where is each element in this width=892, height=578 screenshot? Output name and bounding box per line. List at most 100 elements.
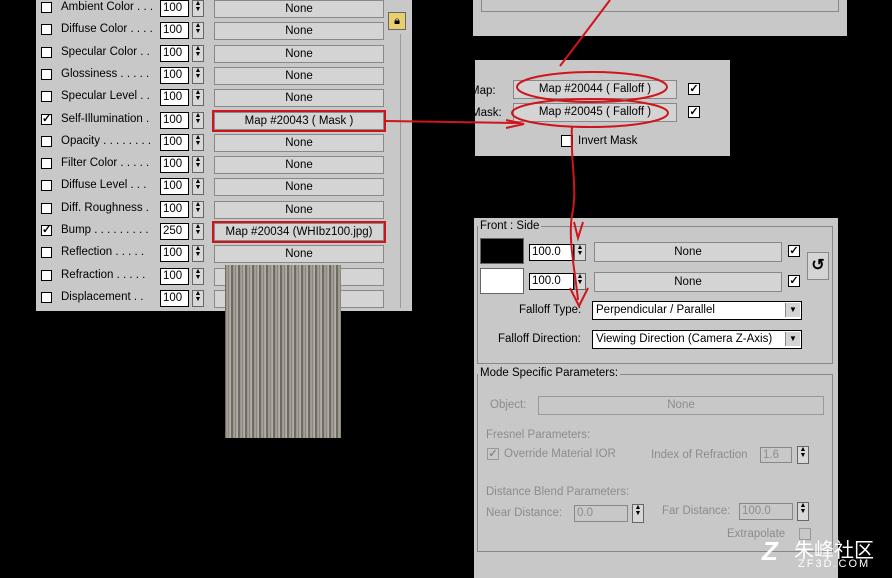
- mask-enable-checkbox[interactable]: ✓: [688, 106, 700, 118]
- falloff-direction-select[interactable]: Viewing Direction (Camera Z-Axis) ▼: [592, 330, 802, 349]
- side-map-button[interactable]: None: [594, 272, 782, 292]
- map-enable-checkbox[interactable]: [41, 247, 52, 259]
- scroll-track[interactable]: [400, 34, 410, 308]
- map-slot-button[interactable]: None: [214, 44, 384, 63]
- map-enable-checkbox[interactable]: [41, 46, 52, 58]
- amount-spinner[interactable]: ▲ ▼: [192, 89, 204, 107]
- map-button[interactable]: Map #20044 ( Falloff ): [513, 80, 677, 99]
- map-slot-button[interactable]: None: [214, 200, 384, 219]
- map-enable-checkbox[interactable]: [41, 24, 52, 36]
- amount-spinner[interactable]: ▲ ▼: [192, 223, 204, 240]
- mask-label: Mask:: [471, 107, 502, 119]
- far-distance-spinner[interactable]: ▲ ▼: [797, 502, 809, 521]
- map-enable-checkbox[interactable]: [41, 291, 52, 303]
- amount-field[interactable]: 250: [160, 223, 189, 240]
- side-color-swatch[interactable]: [480, 268, 524, 294]
- map-slot-button[interactable]: None: [214, 22, 384, 41]
- front-color-swatch[interactable]: [480, 238, 524, 264]
- map-slot-button[interactable]: None: [214, 0, 384, 18]
- map-enable-checkbox[interactable]: [41, 158, 52, 170]
- front-map-button[interactable]: None: [594, 242, 782, 262]
- amount-field[interactable]: 100: [160, 245, 189, 263]
- map-slot-button[interactable]: None: [214, 156, 384, 175]
- map-enable-checkbox[interactable]: [41, 91, 52, 103]
- map-enable-checkbox[interactable]: [41, 135, 52, 147]
- amount-field[interactable]: 100: [160, 66, 189, 84]
- map-row-diffuse-level: Diffuse Level . . . 100 ▲ ▼ None: [36, 176, 406, 197]
- amount-field[interactable]: 100: [160, 289, 189, 307]
- falloff-type-label: Falloff Type:: [519, 304, 582, 316]
- amount-spinner[interactable]: ▲ ▼: [192, 289, 204, 307]
- map-enable-checkbox[interactable]: [41, 202, 52, 214]
- map-slot-button[interactable]: None: [214, 89, 384, 108]
- near-distance-spinner[interactable]: ▲ ▼: [632, 504, 644, 523]
- map-row-reflection: Reflection . . . . . 100 ▲ ▼ None: [36, 243, 406, 264]
- ior-field[interactable]: 1.6: [760, 447, 792, 463]
- front-amount-field[interactable]: 100.0: [529, 244, 574, 261]
- map-slot-button[interactable]: None: [214, 178, 384, 197]
- map-label: Opacity . . . . . . . .: [61, 134, 152, 147]
- fresnel-title: Fresnel Parameters:: [486, 429, 591, 441]
- amount-field[interactable]: 100: [160, 133, 189, 151]
- map-label: Map:: [470, 85, 496, 97]
- invert-mask-checkbox[interactable]: [561, 135, 573, 147]
- side-amount-spinner[interactable]: ▲ ▼: [574, 273, 586, 290]
- amount-spinner[interactable]: ▲ ▼: [192, 22, 204, 40]
- near-distance-label: Near Distance:: [486, 507, 563, 519]
- side-map-checkbox[interactable]: ✓: [788, 275, 800, 287]
- map-enable-checkbox[interactable]: [41, 269, 52, 281]
- map-slot-button[interactable]: None: [214, 245, 384, 264]
- map-row-refraction: Refraction . . . . .100▲▼None: [36, 266, 406, 286]
- lock-icon[interactable]: 🔒︎: [388, 12, 406, 30]
- override-ior-checkbox[interactable]: ✓: [487, 448, 499, 460]
- map-slot-button[interactable]: Map #20043 ( Mask ): [212, 109, 386, 132]
- near-distance-field[interactable]: 0.0: [574, 505, 628, 522]
- amount-field[interactable]: 100: [160, 156, 189, 174]
- far-distance-field[interactable]: 100.0: [739, 503, 793, 520]
- map-enable-checkbox[interactable]: ✓: [688, 83, 700, 95]
- falloff-type-select[interactable]: Perpendicular / Parallel ▼: [592, 301, 802, 320]
- amount-spinner[interactable]: ▲ ▼: [192, 156, 204, 174]
- amount-spinner[interactable]: ▲ ▼: [192, 44, 204, 62]
- amount-spinner[interactable]: ▲ ▼: [192, 200, 204, 218]
- amount-spinner[interactable]: ▲ ▼: [192, 0, 204, 17]
- map-enable-checkbox[interactable]: [41, 180, 52, 192]
- amount-spinner[interactable]: ▲ ▼: [192, 111, 204, 129]
- map-slot-button[interactable]: None: [214, 133, 384, 152]
- object-pick-button[interactable]: None: [538, 396, 824, 415]
- side-amount-field[interactable]: 100.0: [529, 273, 574, 290]
- amount-spinner[interactable]: ▲ ▼: [192, 245, 204, 263]
- amount-spinner[interactable]: ▲ ▼: [192, 66, 204, 84]
- map-row-diffuse-color: Diffuse Color . . . . 100 ▲ ▼ None: [36, 20, 406, 41]
- ior-spinner[interactable]: ▲ ▼: [797, 446, 809, 464]
- amount-field[interactable]: 100: [160, 89, 189, 107]
- map-enable-checkbox[interactable]: [41, 68, 52, 80]
- map-enable-checkbox[interactable]: ✓: [41, 225, 52, 236]
- map-row-diff-roughness: Diff. Roughness . 100 ▲ ▼ None: [36, 199, 406, 219]
- object-label: Object:: [490, 399, 527, 411]
- front-map-checkbox[interactable]: ✓: [788, 245, 800, 257]
- amount-spinner[interactable]: ▲ ▼: [192, 178, 204, 196]
- map-label: Bump . . . . . . . . .: [61, 224, 149, 236]
- swap-colors-icon[interactable]: ↺: [807, 252, 829, 280]
- amount-field[interactable]: 100: [160, 267, 189, 285]
- amount-field[interactable]: 100: [160, 178, 189, 196]
- map-label: Reflection . . . . .: [61, 246, 145, 259]
- amount-field[interactable]: 100: [160, 111, 189, 129]
- front-amount-spinner[interactable]: ▲ ▼: [574, 244, 586, 261]
- amount-field[interactable]: 100: [160, 44, 189, 62]
- map-slot-button[interactable]: None: [214, 66, 384, 85]
- map-label: Displacement . .: [61, 290, 144, 303]
- amount-spinner[interactable]: ▲ ▼: [192, 267, 204, 285]
- far-distance-label: Far Distance:: [662, 505, 731, 517]
- amount-field[interactable]: 100: [160, 0, 189, 17]
- amount-field[interactable]: 100: [160, 200, 189, 218]
- mask-button[interactable]: Map #20045 ( Falloff ): [513, 103, 677, 122]
- map-slot-button[interactable]: Map #20034 (WHIbz100.jpg): [212, 221, 386, 243]
- top-panel-fragment: [473, 0, 847, 36]
- amount-field[interactable]: 100: [160, 22, 189, 40]
- amount-spinner[interactable]: ▲ ▼: [192, 133, 204, 151]
- map-enable-checkbox[interactable]: [41, 2, 52, 13]
- map-label: Diffuse Color . . . .: [61, 23, 153, 36]
- map-enable-checkbox[interactable]: ✓: [41, 113, 52, 125]
